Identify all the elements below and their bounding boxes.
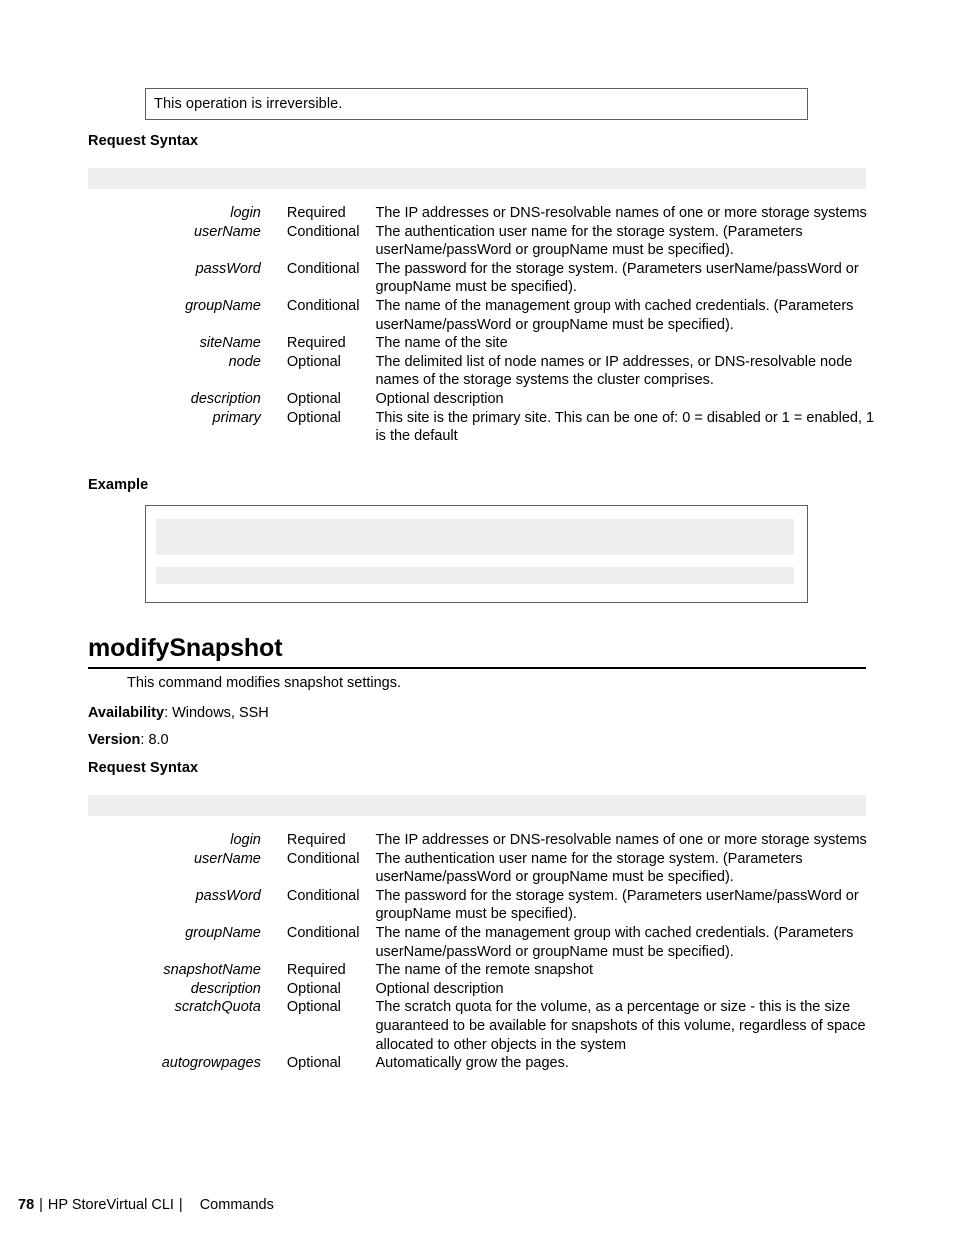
footer-separator-2: | bbox=[178, 1197, 183, 1213]
document-page: This operation is irreversible. Request … bbox=[0, 0, 954, 1235]
param-description: The name of the remote snapshot bbox=[375, 962, 594, 979]
table-row: autogrowpages Optional Automatically gro… bbox=[88, 1054, 878, 1073]
param-requirement: Optional bbox=[286, 409, 341, 426]
param-requirement: Required bbox=[286, 832, 346, 848]
table-row: passWord Conditional The password for th… bbox=[88, 260, 878, 297]
table-row: groupName Conditional The name of the ma… bbox=[88, 297, 878, 334]
page-title: modifySnapshot bbox=[88, 634, 283, 662]
param-name: scratchQuota bbox=[174, 999, 261, 1016]
param-requirement: Conditional bbox=[286, 850, 360, 867]
table-row: description Optional Optional descriptio… bbox=[88, 980, 878, 999]
param-name: login bbox=[230, 205, 261, 221]
table-row: primary Optional This site is the primar… bbox=[88, 409, 878, 446]
note-text: This operation is irreversible. bbox=[154, 96, 343, 112]
param-description: The password for the storage system. (Pa… bbox=[375, 260, 859, 296]
table-row: login Required The IP addresses or DNS-r… bbox=[88, 204, 878, 223]
param-name: description bbox=[190, 390, 261, 407]
param-requirement: Conditional bbox=[286, 223, 360, 240]
heading-rule bbox=[88, 667, 866, 670]
table-row: groupName Conditional The name of the ma… bbox=[88, 924, 878, 961]
param-name: autogrowpages bbox=[161, 1055, 261, 1072]
parameter-table-1: login Required The IP addresses or DNS-r… bbox=[88, 204, 878, 446]
table-row: scratchQuota Optional The scratch quota … bbox=[88, 998, 878, 1054]
param-name: snapshotName bbox=[163, 962, 261, 979]
param-description: Automatically grow the pages. bbox=[375, 1055, 569, 1072]
param-description: The authentication user name for the sto… bbox=[375, 223, 803, 259]
syntax-code-band-1 bbox=[88, 168, 866, 189]
table-row: node Optional The delimited list of node… bbox=[88, 353, 878, 390]
request-syntax-heading-2: Request Syntax bbox=[88, 760, 199, 776]
table-row: siteName Required The name of the site bbox=[88, 334, 878, 353]
param-name: node bbox=[228, 353, 261, 370]
param-requirement: Required bbox=[286, 335, 346, 352]
table-row: userName Conditional The authentication … bbox=[88, 850, 878, 887]
param-requirement: Optional bbox=[286, 980, 341, 997]
footer-section: Commands bbox=[199, 1197, 274, 1213]
availability-value: : Windows, SSH bbox=[164, 705, 269, 721]
parameter-table-2: login Required The IP addresses or DNS-r… bbox=[88, 831, 878, 1073]
param-description: The password for the storage system. (Pa… bbox=[375, 887, 859, 923]
param-requirement: Optional bbox=[286, 1055, 341, 1072]
param-name: passWord bbox=[195, 887, 261, 904]
table-row: login Required The IP addresses or DNS-r… bbox=[88, 831, 878, 850]
param-requirement: Conditional bbox=[286, 260, 360, 277]
param-description: The delimited list of node names or IP a… bbox=[375, 353, 853, 389]
param-requirement: Optional bbox=[286, 353, 341, 370]
param-name: description bbox=[190, 980, 261, 997]
example-code-line-2 bbox=[156, 567, 794, 584]
table-row: passWord Conditional The password for th… bbox=[88, 887, 878, 924]
page-footer: 78 | HP StoreVirtual CLI | Commands bbox=[18, 1197, 274, 1213]
table-row: snapshotName Required The name of the re… bbox=[88, 961, 878, 980]
param-description: The name of the management group with ca… bbox=[375, 297, 854, 333]
param-name: userName bbox=[193, 850, 261, 867]
param-name: login bbox=[230, 832, 261, 848]
version-line: Version: 8.0 bbox=[88, 732, 169, 748]
param-requirement: Conditional bbox=[286, 887, 360, 904]
availability-label: Availability bbox=[88, 705, 165, 721]
version-value: : 8.0 bbox=[140, 732, 169, 748]
footer-separator-1: | bbox=[39, 1197, 43, 1213]
param-requirement: Optional bbox=[286, 999, 341, 1016]
param-description: Optional description bbox=[375, 390, 504, 407]
param-requirement: Required bbox=[286, 205, 346, 221]
footer-product: HP StoreVirtual CLI bbox=[47, 1197, 174, 1213]
param-requirement: Conditional bbox=[286, 924, 360, 941]
param-requirement: Conditional bbox=[286, 297, 360, 314]
param-description: The scratch quota for the volume, as a p… bbox=[375, 999, 866, 1053]
param-name: userName bbox=[193, 223, 261, 240]
version-label: Version bbox=[88, 732, 141, 748]
param-description: The IP addresses or DNS-resolvable names… bbox=[375, 832, 867, 848]
param-description: Optional description bbox=[375, 980, 504, 997]
param-description: The name of the site bbox=[375, 335, 508, 352]
param-name: passWord bbox=[195, 260, 261, 277]
table-row: description Optional Optional descriptio… bbox=[88, 390, 878, 409]
param-requirement: Optional bbox=[286, 390, 341, 407]
note-box: This operation is irreversible. bbox=[145, 88, 808, 120]
example-code-box bbox=[145, 505, 808, 603]
example-code-line-1 bbox=[156, 519, 794, 555]
param-requirement: Required bbox=[286, 962, 346, 979]
param-description: The IP addresses or DNS-resolvable names… bbox=[375, 205, 867, 221]
footer-page-number: 78 bbox=[18, 1197, 35, 1213]
param-name: groupName bbox=[185, 297, 261, 314]
example-heading: Example bbox=[88, 477, 149, 493]
syntax-code-band-2 bbox=[88, 795, 866, 816]
param-description: The authentication user name for the sto… bbox=[375, 850, 803, 886]
request-syntax-heading-1: Request Syntax bbox=[88, 133, 199, 149]
table-row: userName Conditional The authentication … bbox=[88, 223, 878, 260]
param-name: groupName bbox=[185, 924, 261, 941]
param-name: siteName bbox=[199, 335, 261, 352]
param-description: The name of the management group with ca… bbox=[375, 924, 854, 960]
availability-line: Availability: Windows, SSH bbox=[88, 705, 269, 721]
param-name: primary bbox=[212, 409, 261, 426]
param-description: This site is the primary site. This can … bbox=[375, 409, 875, 445]
command-description: This command modifies snapshot settings. bbox=[127, 675, 402, 691]
